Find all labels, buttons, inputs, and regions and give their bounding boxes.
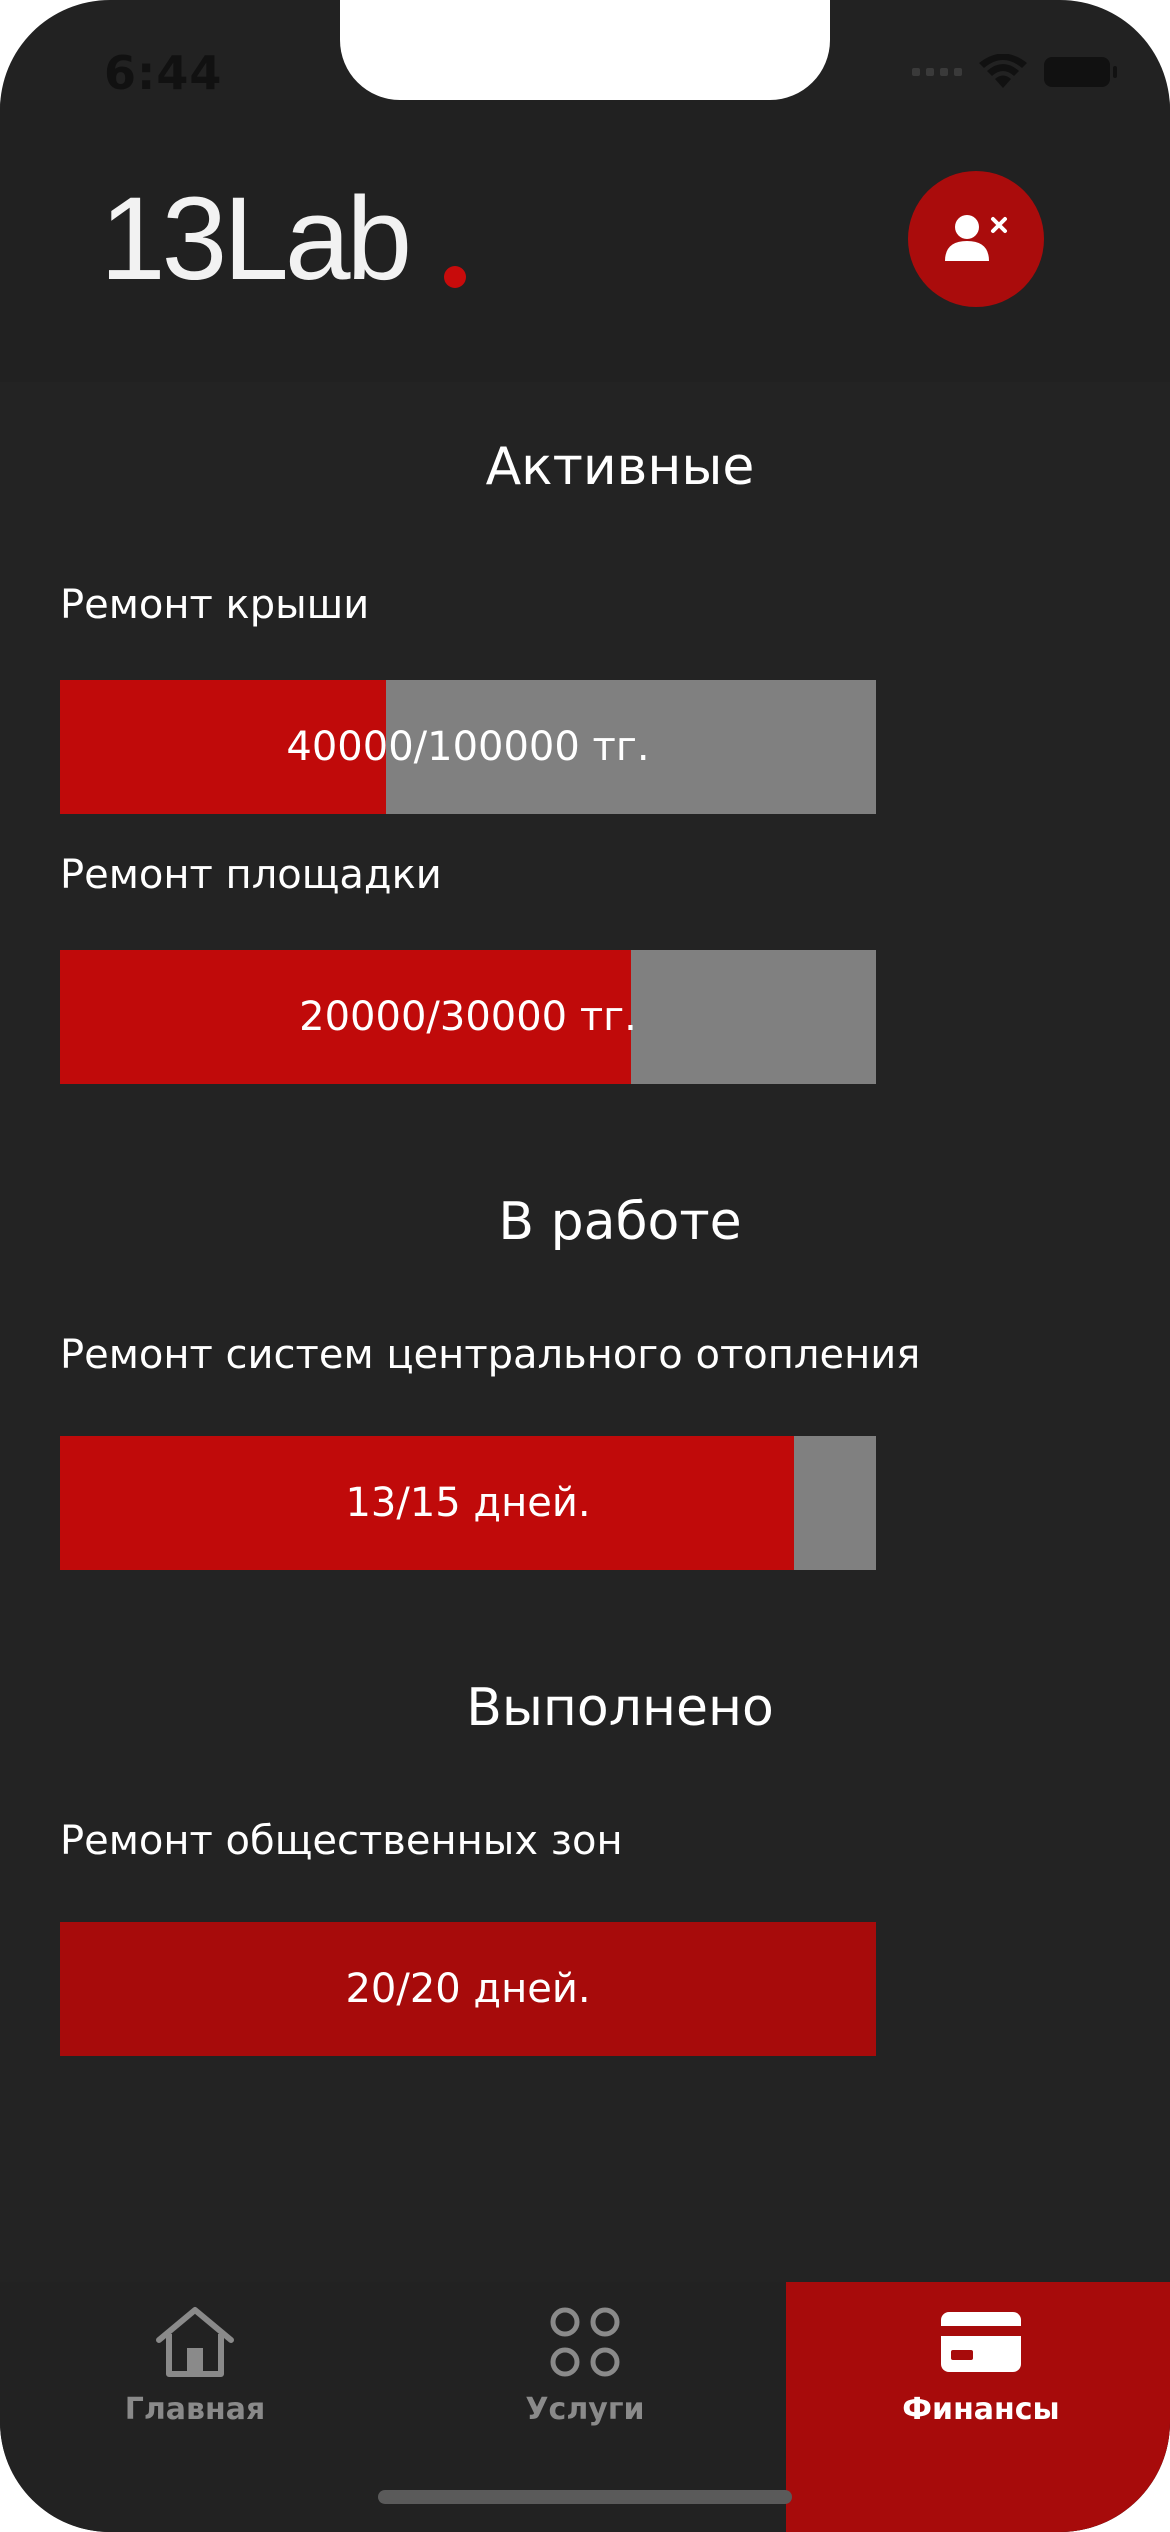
- progress-bar-roof[interactable]: 40000/100000 тг.: [60, 680, 876, 814]
- progress-bar-playground[interactable]: 20000/30000 тг.: [60, 950, 876, 1084]
- home-icon: [150, 2302, 240, 2382]
- progress-text: 40000/100000 тг.: [286, 724, 650, 770]
- section-title-in-progress: В работе: [498, 1192, 742, 1252]
- progress-text: 13/15 дней.: [345, 1480, 591, 1526]
- item-label-heating: Ремонт систем центрального отопления: [60, 1332, 921, 1378]
- tab-finance-label: Финансы: [902, 2392, 1060, 2427]
- progress-bar-public-zones[interactable]: 20/20 дней.: [60, 1922, 876, 2056]
- item-label-public-zones: Ремонт общественных зон: [60, 1818, 623, 1864]
- section-title-active: Активные: [485, 437, 755, 497]
- user-remove-icon: [945, 215, 1007, 261]
- home-indicator: [378, 2490, 792, 2504]
- tab-home-label: Главная: [124, 2392, 266, 2427]
- signal-icon: [912, 68, 962, 76]
- tab-home[interactable]: Главная: [0, 2282, 390, 2532]
- progress-text: 20000/30000 тг.: [299, 994, 637, 1040]
- device-notch: [340, 0, 830, 100]
- finance-content: Активные Ремонт крыши 40000/100000 тг. Р…: [0, 382, 1170, 2282]
- battery-icon: [1044, 57, 1117, 87]
- wifi-icon: [979, 54, 1027, 88]
- tab-services-label: Услуги: [525, 2392, 645, 2427]
- logout-button[interactable]: [908, 171, 1044, 307]
- section-title-done: Выполнено: [466, 1678, 774, 1738]
- grid-icon: [540, 2302, 630, 2382]
- status-time: 6:44: [104, 46, 223, 100]
- app-logo: 13Lab: [100, 173, 412, 305]
- card-icon: [936, 2302, 1026, 2382]
- progress-bar-heating[interactable]: 13/15 дней.: [60, 1436, 876, 1570]
- status-icons: [912, 52, 1117, 92]
- logo-dot: [444, 266, 466, 288]
- tab-finance[interactable]: Финансы: [786, 2282, 1170, 2532]
- phone-screen: 6:44 13Lab Активные Ремонт крыши 40000/1…: [0, 0, 1170, 2532]
- item-label-playground: Ремонт площадки: [60, 852, 442, 898]
- item-label-roof: Ремонт крыши: [60, 582, 370, 628]
- progress-text: 20/20 дней.: [345, 1966, 591, 2012]
